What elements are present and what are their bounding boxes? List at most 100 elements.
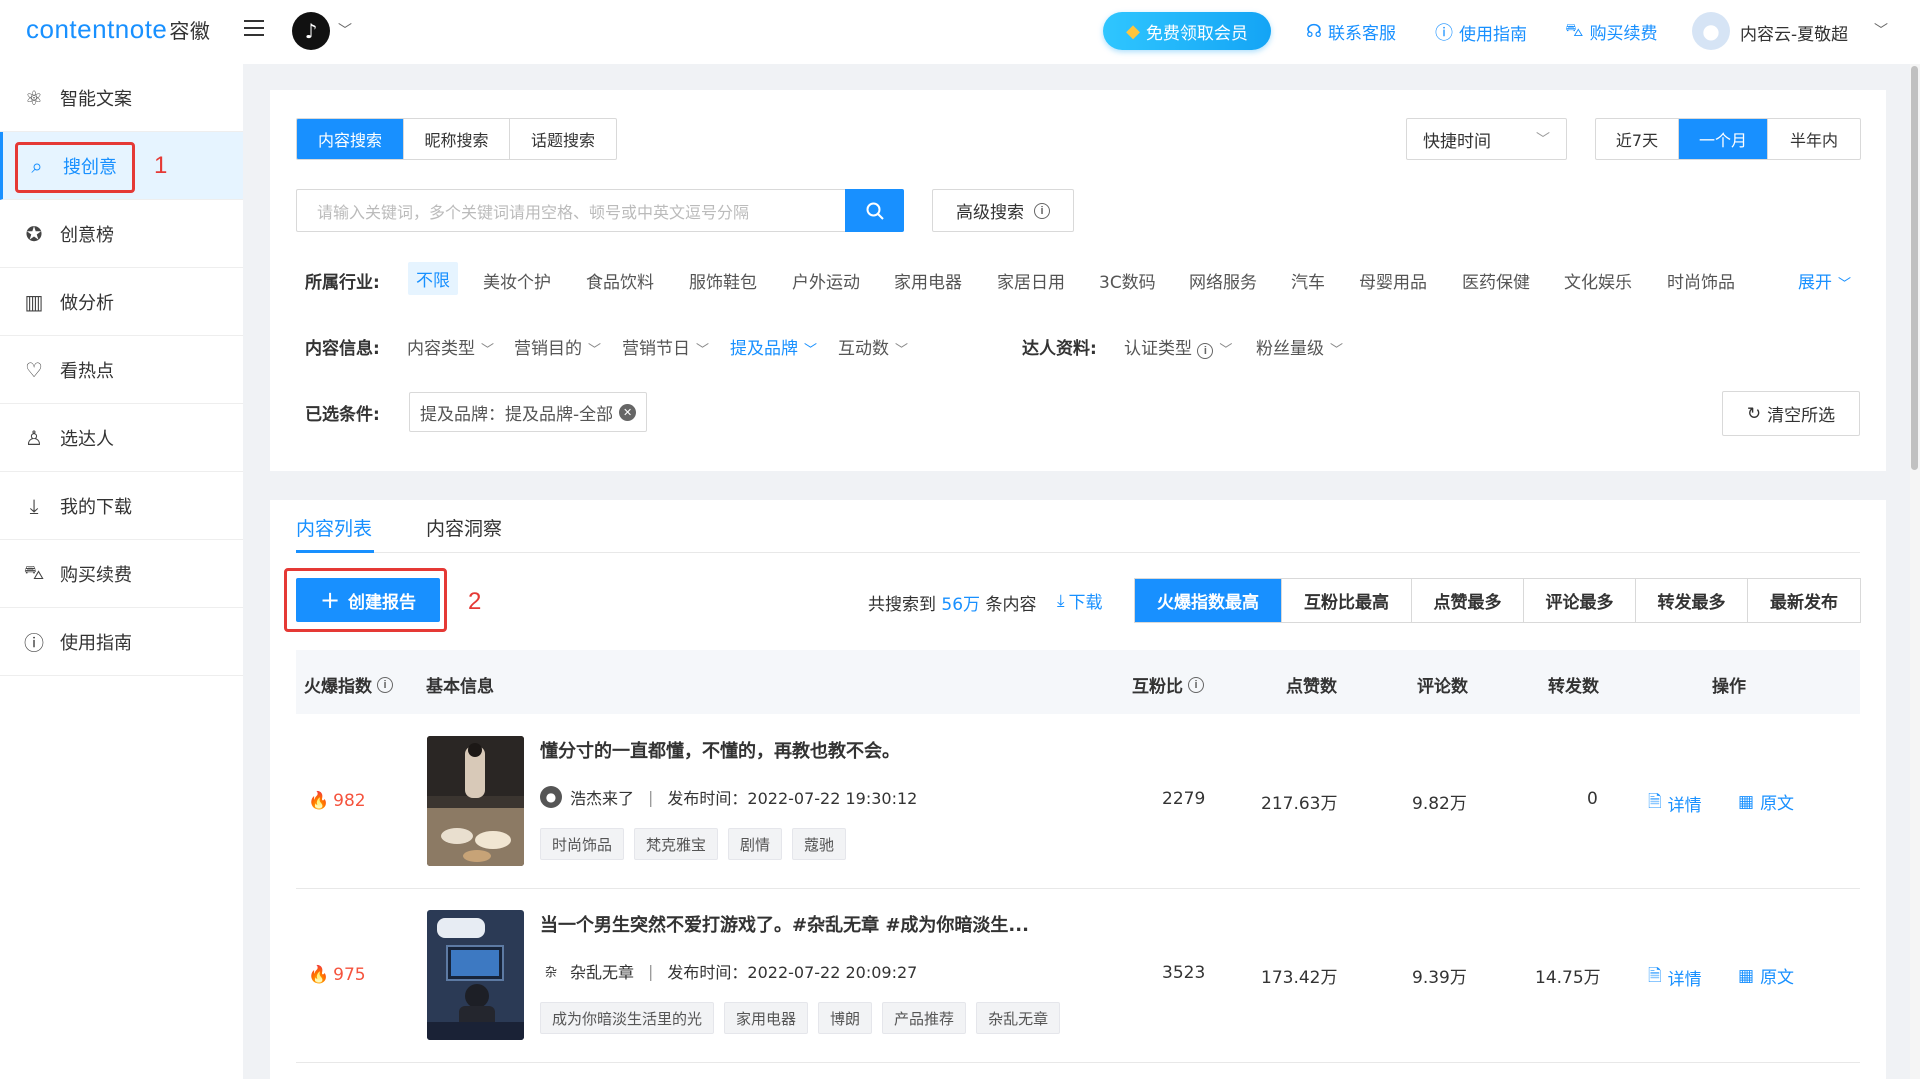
sort-latest[interactable]: 最新发布 <box>1748 579 1860 622</box>
qr-code-icon: ▦ <box>1738 965 1755 986</box>
filter-interactions[interactable]: 互动数 ﹀ <box>838 334 908 359</box>
industry-health[interactable]: 医药保健 <box>1462 268 1530 293</box>
time-7-days[interactable]: 近7天 <box>1596 119 1679 159</box>
industry-fashion-accessory[interactable]: 时尚饰品 <box>1667 268 1735 293</box>
industry-3c[interactable]: 3C数码 <box>1099 268 1156 293</box>
time-half-year[interactable]: 半年内 <box>1768 119 1860 159</box>
tab-content-list[interactable]: 内容列表 <box>296 514 372 541</box>
quick-time-select[interactable]: 快捷时间 ﹀ <box>1406 118 1567 160</box>
question-icon: ⓘ <box>1435 23 1453 44</box>
shares-value: 0 <box>1587 789 1598 809</box>
industry-home[interactable]: 家居日用 <box>997 268 1065 293</box>
tab-content-insight[interactable]: 内容洞察 <box>426 514 502 541</box>
sidebar-item-idea-ranking[interactable]: ✪ 创意榜 <box>0 200 243 268</box>
sidebar-item-purchase[interactable]: ⛍ 购买续费 <box>0 540 243 608</box>
author-avatar[interactable]: 杂 <box>540 960 562 982</box>
industry-outdoor[interactable]: 户外运动 <box>792 268 860 293</box>
purchase-renew-link[interactable]: ⛍ 购买续费 <box>1565 19 1658 45</box>
chevron-down-icon: ﹀ <box>1838 277 1852 292</box>
document-icon: 🗎 <box>1648 966 1662 986</box>
filter-mentioned-brand[interactable]: 提及品牌 ﹀ <box>730 334 817 359</box>
industry-network[interactable]: 网络服务 <box>1189 268 1257 293</box>
advanced-search-button[interactable]: 高级搜索 i <box>932 189 1074 232</box>
sidebar: ⚛ 智能文案 ⌕ 搜创意 ✪ 创意榜 ▥ 做分析 ♡ 看热点 ♙ 选达人 ⤓ 我的下载 ⛍ 购买… <box>0 64 243 1079</box>
selected-conditions-label: 已选条件: <box>305 405 380 425</box>
clear-selected-button[interactable]: ↻ 清空所选 <box>1722 391 1860 436</box>
menu-toggle-icon[interactable] <box>244 18 264 38</box>
tag: 成为你暗淡生活里的光 <box>540 1002 715 1034</box>
industry-baby[interactable]: 母婴用品 <box>1359 268 1427 293</box>
page-scrollbar-thumb[interactable] <box>1911 66 1918 470</box>
sidebar-item-smart-copy[interactable]: ⚛ 智能文案 <box>0 64 243 132</box>
shares-value: 14.75万 <box>1535 968 1601 988</box>
download-button[interactable]: ⤓ 下载 <box>1057 588 1103 614</box>
qr-code-icon: ▦ <box>1738 791 1755 812</box>
col-fan-ratio: 互粉比 i <box>1132 672 1204 697</box>
time-one-month[interactable]: 一个月 <box>1679 119 1768 159</box>
user-guide-link[interactable]: ⓘ 使用指南 <box>1435 19 1527 45</box>
industry-all[interactable]: 不限 <box>408 262 458 295</box>
likes-value: 173.42万 <box>1261 968 1338 988</box>
detail-link[interactable]: 🗎 详情 <box>1648 963 1702 992</box>
chevron-down-icon: ﹀ <box>1219 343 1233 358</box>
tab-content-search[interactable]: 内容搜索 <box>297 119 404 159</box>
content-tags: 成为你暗淡生活里的光 家用电器 博朗 产品推荐 杂乱无章 <box>540 1002 1080 1034</box>
industry-auto[interactable]: 汽车 <box>1291 268 1325 293</box>
table-header: 火爆指数 i 基本信息 互粉比 i 点赞数 评论数 转发数 操作 <box>296 650 1860 714</box>
tag: 博朗 <box>818 1002 873 1034</box>
filter-fan-level[interactable]: 粉丝量级 ﹀ <box>1256 334 1343 359</box>
filter-content-type[interactable]: 内容类型 ﹀ <box>407 334 494 359</box>
tiktok-platform-icon[interactable]: ♪ <box>292 12 330 50</box>
tag: 剧情 <box>728 828 783 860</box>
sort-likes[interactable]: 点赞最多 <box>1412 579 1524 622</box>
detail-link[interactable]: 🗎 详情 <box>1648 789 1702 818</box>
sort-fan-ratio[interactable]: 互粉比最高 <box>1282 579 1412 622</box>
industry-culture[interactable]: 文化娱乐 <box>1564 268 1632 293</box>
sidebar-item-talent[interactable]: ♙ 选达人 <box>0 404 243 472</box>
user-name[interactable]: 内容云-夏敬超 <box>1740 20 1848 45</box>
fire-icon: 🔥 <box>308 791 330 811</box>
search-button[interactable] <box>845 189 904 232</box>
expand-industries-button[interactable]: 展开 ﹀ <box>1798 268 1851 293</box>
question-icon: ⓘ <box>24 631 44 655</box>
user-chevron-down-icon[interactable]: ﹀ <box>1874 20 1888 40</box>
sidebar-item-downloads[interactable]: ⤓ 我的下载 <box>0 472 243 540</box>
industry-food[interactable]: 食品饮料 <box>586 268 654 293</box>
video-thumbnail[interactable] <box>427 910 524 1040</box>
avatar[interactable]: ● <box>1692 12 1730 50</box>
platform-chevron-down-icon[interactable]: ﹀ <box>338 20 352 40</box>
industry-appliances[interactable]: 家用电器 <box>894 268 962 293</box>
tab-topic-search[interactable]: 话题搜索 <box>510 119 616 159</box>
industry-beauty[interactable]: 美妆个护 <box>483 268 551 293</box>
filter-marketing-festival[interactable]: 营销节日 ﹀ <box>622 334 709 359</box>
search-input[interactable]: 请输入关键词，多个关键词请用空格、顿号或中英文逗号分隔 <box>296 189 845 232</box>
author-avatar[interactable]: ● <box>540 786 562 808</box>
col-heat: 火爆指数 i <box>304 672 393 697</box>
info-icon[interactable]: i <box>1188 676 1204 693</box>
heartbeat-icon: ♡ <box>25 357 43 382</box>
filter-marketing-purpose[interactable]: 营销目的 ﹀ <box>514 334 601 359</box>
info-icon[interactable]: i <box>377 676 393 693</box>
sort-comments[interactable]: 评论最多 <box>1524 579 1636 622</box>
sidebar-item-hotspots[interactable]: ♡ 看热点 <box>0 336 243 404</box>
content-title[interactable]: 当一个男生突然不爱打游戏了。#杂乱无章 #成为你暗淡生... <box>540 911 1029 937</box>
sort-shares[interactable]: 转发最多 <box>1636 579 1748 622</box>
award-icon: ✪ <box>25 221 43 246</box>
original-link[interactable]: ▦ 原文 <box>1738 789 1794 815</box>
app-logo[interactable]: contentnote 容徽 <box>26 14 210 45</box>
sidebar-item-guide[interactable]: ⓘ 使用指南 <box>0 608 243 676</box>
free-vip-button[interactable]: ◆ 免费领取会员 <box>1103 12 1271 50</box>
content-title[interactable]: 懂分寸的一直都懂，不懂的，再教也教不会。 <box>540 737 900 763</box>
bar-chart-icon: ▥ <box>24 289 44 314</box>
fan-ratio-value: 2279 <box>1162 789 1206 809</box>
download-icon: ⤓ <box>1057 590 1065 611</box>
contact-support-link[interactable]: ☊ 联系客服 <box>1306 19 1396 44</box>
tab-nickname-search[interactable]: 昵称搜索 <box>404 119 510 159</box>
sort-heat[interactable]: 火爆指数最高 <box>1135 579 1282 622</box>
sidebar-item-analysis[interactable]: ▥ 做分析 <box>0 268 243 336</box>
filter-verification-type[interactable]: 认证类型 i ﹀ <box>1124 334 1232 359</box>
original-link[interactable]: ▦ 原文 <box>1738 963 1794 989</box>
video-thumbnail[interactable] <box>427 736 524 866</box>
industry-apparel[interactable]: 服饰鞋包 <box>689 268 757 293</box>
close-icon[interactable]: ✕ <box>619 403 637 421</box>
